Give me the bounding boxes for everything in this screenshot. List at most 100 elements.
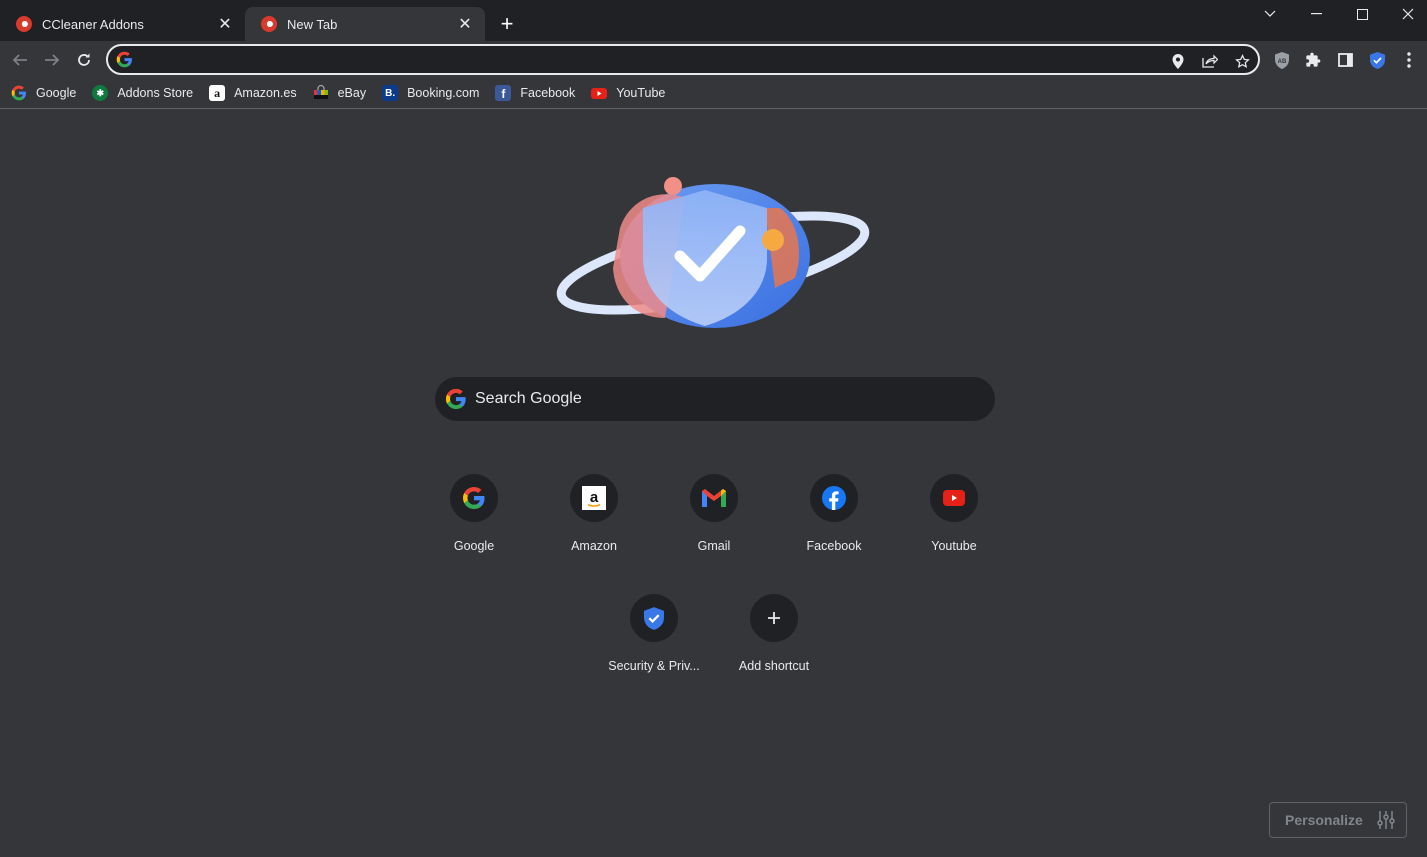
side-panel-button[interactable] [1335, 50, 1355, 70]
ccleaner-icon [16, 16, 32, 32]
close-tab-icon[interactable]: ✕ [215, 14, 235, 34]
bookmark-google[interactable]: Google [11, 81, 76, 105]
close-icon [1402, 8, 1414, 20]
shortcut-label: Gmail [697, 539, 731, 553]
reload-icon [78, 53, 90, 66]
shortcut-label: Google [453, 539, 495, 553]
shortcut-facebook[interactable]: Facebook [778, 464, 890, 576]
shortcut-icon-container [750, 594, 798, 642]
bookmark-star-icon [1234, 53, 1250, 68]
close-window-button[interactable] [1385, 0, 1427, 28]
bookmark-addons-store[interactable]: ✱ Addons Store [92, 81, 193, 105]
personalize-label: Personalize [1285, 812, 1363, 828]
facebook-icon [822, 486, 846, 510]
svg-text:AB: AB [1278, 59, 1287, 65]
tab-new-tab[interactable]: New Tab ✕ [245, 7, 485, 41]
address-bar[interactable] [106, 44, 1260, 75]
side-panel-icon [1337, 53, 1353, 67]
youtube-icon [591, 88, 608, 99]
shortcut-amazon[interactable]: a Amazon [538, 464, 650, 576]
bookmark-star-button[interactable] [1232, 51, 1252, 71]
maximize-button[interactable] [1339, 0, 1385, 28]
shortcut-label: Add shortcut [738, 659, 810, 673]
bookmark-ebay[interactable]: eBay [313, 81, 367, 105]
bookmark-label: eBay [337, 86, 367, 100]
personalize-button[interactable]: Personalize [1269, 802, 1407, 838]
google-icon [445, 388, 466, 410]
shortcut-gmail[interactable]: Gmail [658, 464, 770, 576]
shortcut-icon-container [690, 474, 738, 522]
ccleaner-icon [261, 16, 277, 32]
bookmark-youtube[interactable]: YouTube [591, 81, 665, 105]
location-button[interactable] [1168, 51, 1188, 71]
forward-button[interactable] [38, 46, 66, 74]
youtube-icon [943, 490, 965, 506]
shortcut-label: Amazon [571, 539, 617, 553]
bookmark-label: Addons Store [117, 86, 194, 100]
google-icon [116, 51, 132, 68]
shortcut-youtube[interactable]: Youtube [898, 464, 1010, 576]
google-icon [463, 487, 485, 509]
bookmarks-bar: Google ✱ Addons Store a Amazon.es eBay B… [0, 78, 1427, 109]
new-tab-button[interactable]: + [495, 11, 519, 36]
reload-button[interactable] [70, 46, 98, 74]
plus-icon [768, 612, 780, 624]
tab-search-button[interactable] [1247, 0, 1293, 28]
location-icon [1172, 53, 1184, 69]
back-arrow-icon [12, 54, 27, 66]
new-tab-page: Search Google Google a Amazon Gmail Face… [0, 110, 1427, 857]
toolbar: AB [0, 41, 1427, 78]
security-extension-button[interactable] [1367, 50, 1387, 70]
svg-text:a: a [590, 489, 599, 506]
shortcut-label: Facebook [806, 539, 862, 553]
bookmark-facebook[interactable]: f Facebook [495, 81, 575, 105]
add-shortcut-button[interactable]: Add shortcut [718, 584, 830, 696]
back-button[interactable] [6, 46, 34, 74]
maximize-icon [1356, 8, 1368, 20]
share-icon [1202, 54, 1218, 68]
booking-icon: B. [382, 85, 399, 101]
bookmark-label: Amazon.es [234, 86, 297, 100]
minimize-icon [1310, 13, 1322, 15]
menu-icon [1407, 52, 1411, 68]
extensions-button[interactable] [1303, 50, 1323, 70]
adblock-extension-button[interactable]: AB [1272, 50, 1292, 70]
facebook-icon: f [495, 85, 512, 101]
security-shield-icon [644, 606, 664, 630]
shortcut-icon-container [810, 474, 858, 522]
ebay-icon [313, 85, 328, 99]
forward-arrow-icon [45, 54, 60, 66]
security-planet-illustration [556, 177, 870, 328]
bookmark-label: YouTube [616, 86, 666, 100]
bookmark-booking[interactable]: B. Booking.com [382, 81, 479, 105]
menu-button[interactable] [1399, 50, 1419, 70]
close-tab-icon[interactable]: ✕ [455, 14, 475, 34]
tab-ccleaner-addons[interactable]: CCleaner Addons ✕ [0, 7, 245, 41]
security-shield-icon [1369, 51, 1385, 69]
gmail-icon [702, 489, 726, 507]
shortcut-label: Security & Priv... [608, 659, 700, 673]
bookmark-label: Google [36, 86, 77, 100]
bookmark-label: Facebook [520, 86, 576, 100]
shortcut-google[interactable]: Google [418, 464, 530, 576]
amazon-icon: a [582, 486, 606, 510]
chevron-down-icon [1264, 10, 1276, 17]
google-icon [11, 85, 26, 101]
shortcut-icon-container [930, 474, 978, 522]
adblock-icon: AB [1275, 51, 1289, 69]
search-placeholder: Search Google [475, 390, 582, 407]
title-bar: CCleaner Addons ✕ New Tab ✕ + [0, 0, 1427, 41]
minimize-button[interactable] [1293, 0, 1339, 28]
tab-title: CCleaner Addons [42, 16, 144, 32]
tab-title: New Tab [287, 16, 338, 32]
bookmark-amazon[interactable]: a Amazon.es [209, 81, 297, 105]
addons-store-icon: ✱ [92, 85, 109, 101]
extensions-puzzle-icon [1306, 52, 1321, 67]
shortcut-icon-container [450, 474, 498, 522]
address-input[interactable] [140, 49, 1160, 71]
bookmark-label: Booking.com [407, 86, 480, 100]
amazon-icon: a [209, 85, 226, 101]
shortcut-security-privacy[interactable]: Security & Priv... [598, 584, 710, 696]
search-box[interactable]: Search Google [435, 377, 995, 421]
share-button[interactable] [1200, 51, 1220, 71]
